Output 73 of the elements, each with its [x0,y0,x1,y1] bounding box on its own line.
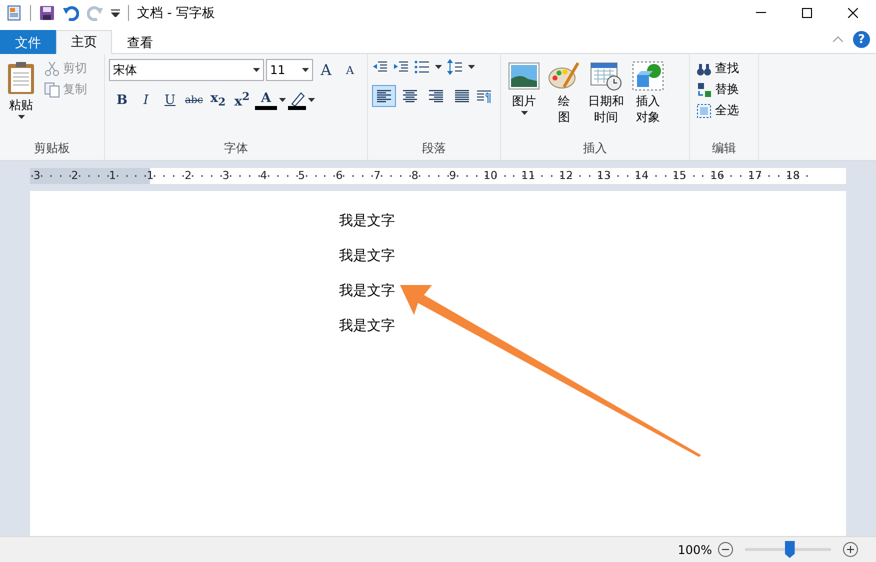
group-label: 字体 [223,140,249,157]
save-icon [39,4,55,20]
replace-icon [696,82,712,98]
file-menu-tab[interactable]: 文件 [0,30,56,54]
align-right-icon [428,88,444,104]
replace-button[interactable]: 替换 [694,80,741,99]
group-label: 编辑 [711,140,737,157]
sup-button[interactable]: x$^{2}$ [231,89,253,111]
bold-button[interactable]: B [111,89,133,111]
bullet-list-icon [414,59,430,75]
align-left-button[interactable] [372,85,396,107]
caret-icon [435,65,442,69]
insert-picture-button[interactable]: 图片 [505,59,543,138]
insert-paint-button[interactable]: 绘 图 [545,59,583,138]
caret-icon [279,98,286,102]
plus-icon [847,546,854,553]
zoom-out-button[interactable] [718,542,733,557]
align-center-icon [402,88,418,104]
maximize-icon [802,8,812,18]
zoom-in-button[interactable] [843,542,858,557]
minimize-icon [756,12,766,13]
ruler: 3 2 1 1 2 3 4 5 6 7 8 9 10 11 12 13 14 15 16 17 18 [30,168,846,184]
close-icon [848,8,858,18]
redo-icon [87,4,103,20]
caret-icon [18,115,24,119]
window-title: 文档 - 写字板 [137,4,215,22]
caret-icon [308,98,315,102]
find-button[interactable]: 查找 [694,59,741,78]
calendar-clock-icon [590,61,622,91]
underline-button[interactable]: U [159,89,181,111]
select-all-button[interactable]: 全选 [694,101,741,120]
minus-icon [722,549,729,550]
caret-icon [468,65,475,69]
align-left-icon [376,88,392,104]
collapse-ribbon-icon [833,36,843,42]
zoom-percent: 100% [678,542,712,556]
document-text-line: 我是文字 [339,282,396,301]
customize-caret-icon [111,8,120,16]
caret-icon [302,68,309,72]
insert-datetime-button[interactable]: 日期和 时间 [585,59,627,138]
line-spacing-icon [447,59,463,75]
font-size-field[interactable]: 11 [266,59,313,81]
document-text-line: 我是文字 [339,212,396,231]
help-button[interactable]: ? [853,30,870,48]
ribbon-tab[interactable]: 查看 [112,30,168,54]
highlighter-icon [288,90,306,110]
scissors-icon [44,60,60,76]
strike-button[interactable]: abc [183,89,205,111]
grow-font-button[interactable]: A [315,59,337,81]
ribbon-tab[interactable]: 主页 [56,30,112,54]
clipboard-icon [7,61,35,95]
group-label: 插入 [582,140,608,157]
copy-icon [44,82,60,98]
select-all-icon [696,102,712,118]
font-name-field[interactable]: 宋体 [109,59,264,81]
group-label: 剪贴板 [33,140,71,157]
landscape-icon [508,61,540,91]
insert-object-button[interactable]: 插入 对象 [629,59,667,138]
zoom-slider-thumb[interactable] [784,541,795,558]
shrink-font-button[interactable]: A [339,59,361,81]
paragraph-icon [476,88,492,104]
paste-button[interactable]: 粘贴 [4,59,38,138]
sub-button[interactable]: x$_{2}$ [207,89,229,111]
undo-icon [63,4,79,20]
group-label: 段落 [421,140,447,157]
document-text-line: 我是文字 [339,317,396,336]
align-justify-icon [454,88,470,104]
document-text-line: 我是文字 [339,247,396,266]
document-icon [6,4,22,20]
caret-icon [253,68,260,72]
font-color-button[interactable]: A [255,90,277,110]
palette-icon [548,61,580,91]
italic-button[interactable]: I [135,89,157,111]
